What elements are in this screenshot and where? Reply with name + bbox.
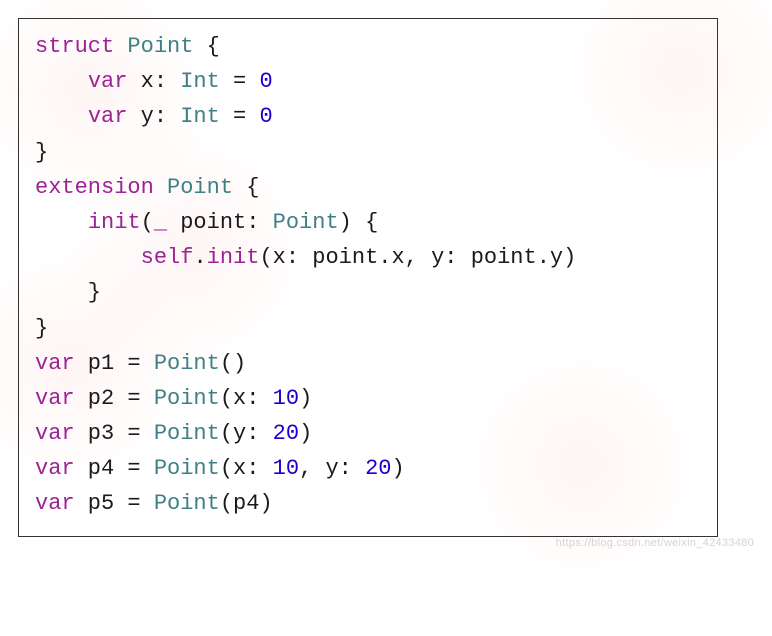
- code-content: struct Point { var x: Int = 0 var y: Int…: [35, 34, 576, 516]
- code-block: struct Point { var x: Int = 0 var y: Int…: [18, 18, 718, 537]
- attribution-text: https://blog.csdn.net/weixin_42433480: [556, 535, 754, 553]
